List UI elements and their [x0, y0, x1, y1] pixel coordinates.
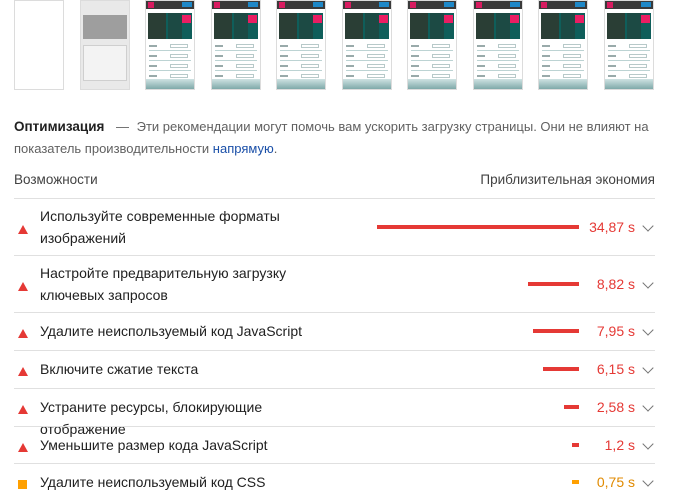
column-estimated-savings: Приблизительная экономия [480, 172, 655, 187]
savings-bar [564, 405, 579, 409]
filmstrip-frame [80, 0, 130, 90]
filmstrip-frame [407, 0, 457, 90]
audit-title: Используйте современные форматы изображе… [40, 208, 280, 246]
filmstrip-frame [145, 0, 195, 90]
audit-title: Удалите неиспользуемый код CSS [40, 473, 266, 490]
audit-row[interactable]: Удалите неиспользуемый код CSS 0,75 s [14, 463, 655, 500]
audit-title: Удалите неиспользуемый код JavaScript [40, 323, 303, 339]
optimization-section: Оптимизация — Эти рекомендации могут пом… [14, 116, 664, 160]
title-dash: — [116, 119, 129, 134]
description-period: . [273, 141, 278, 156]
audit-title: Уменьшите размер кода JavaScript [40, 436, 268, 453]
audit-title: Включите сжатие текста [40, 361, 199, 377]
savings-value: 6,15 s [596, 361, 635, 377]
filmstrip-frame [14, 0, 64, 90]
filmstrip-frame [342, 0, 392, 90]
savings-value: 2,58 s [596, 399, 635, 415]
savings-bar [572, 442, 579, 447]
audit-row[interactable]: Включите сжатие текста 6,15 s [14, 350, 655, 388]
audit-row[interactable]: Используйте современные форматы изображе… [14, 198, 655, 255]
warning-triangle-icon [18, 442, 28, 452]
column-opportunities: Возможности [14, 172, 98, 187]
filmstrip-frame [473, 0, 523, 90]
savings-value: 34,87 s [589, 218, 635, 235]
warning-triangle-icon [18, 329, 28, 338]
warning-triangle-icon [18, 224, 28, 234]
chevron-down-icon[interactable] [642, 437, 654, 450]
filmstrip [14, 0, 664, 92]
savings-value: 7,95 s [596, 323, 635, 339]
opportunities-list: Используйте современные форматы изображе… [14, 198, 655, 500]
direct-link[interactable]: напрямую [213, 141, 274, 156]
savings-value: 8,82 s [596, 275, 635, 292]
chevron-down-icon[interactable] [642, 324, 654, 336]
chevron-down-icon[interactable] [642, 474, 654, 487]
savings-bar [543, 367, 579, 371]
chevron-down-icon[interactable] [642, 276, 654, 289]
savings-bar [533, 329, 579, 333]
audit-row[interactable]: Удалите неиспользуемый код JavaScript 7,9… [14, 312, 655, 350]
warning-triangle-icon [18, 367, 28, 376]
audit-row[interactable]: Уменьшите размер кода JavaScript 1,2 s [14, 426, 655, 463]
chevron-down-icon[interactable] [642, 400, 654, 412]
warning-triangle-icon [18, 281, 28, 291]
filmstrip-frame [276, 0, 326, 90]
filmstrip-frame [538, 0, 588, 90]
savings-bar [377, 224, 579, 229]
section-description: Эти рекомендации могут помочь вам ускори… [14, 119, 649, 156]
column-headers: Возможности Приблизительная экономия [14, 172, 655, 192]
warning-triangle-icon [18, 405, 28, 414]
filmstrip-frame [604, 0, 654, 90]
section-title: Оптимизация [14, 119, 105, 134]
savings-value: 1,2 s [604, 436, 635, 453]
audit-row[interactable]: Устраните ресурсы, блокирующие отображен… [14, 388, 655, 437]
audit-row[interactable]: Настройте предварительную загрузку ключе… [14, 255, 655, 312]
chevron-down-icon[interactable] [642, 219, 654, 232]
square-icon [18, 479, 27, 489]
filmstrip-frame [211, 0, 261, 90]
savings-bar [572, 479, 579, 484]
chevron-down-icon[interactable] [642, 362, 654, 374]
savings-bar [528, 281, 579, 286]
audit-title: Настройте предварительную загрузку ключе… [40, 265, 287, 303]
savings-value: 0,75 s [596, 473, 635, 490]
